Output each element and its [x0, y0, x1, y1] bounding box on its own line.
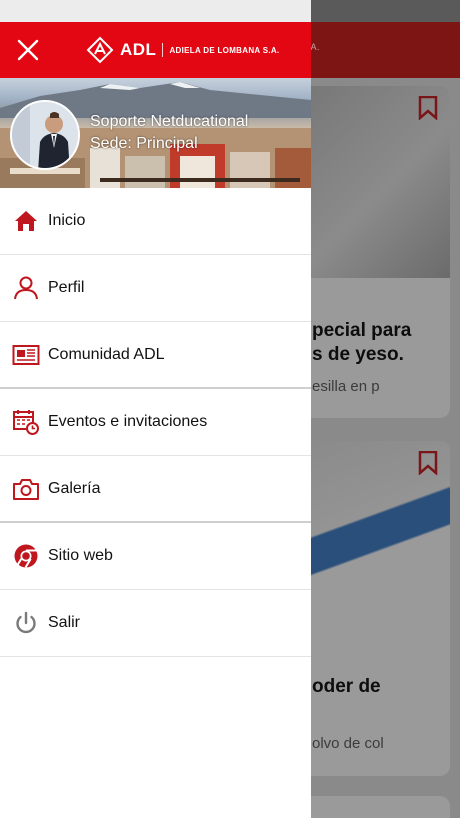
drawer-header: ADL ADIELA DE LOMBANA S.A. — [0, 22, 311, 78]
menu-item-perfil[interactable]: Perfil — [0, 255, 311, 322]
brand-divider — [162, 43, 164, 57]
brand-name: ADL — [120, 40, 157, 59]
menu-item-eventos[interactable]: Eventos e invitaciones — [0, 389, 311, 456]
card-title-line1: oder de — [312, 676, 381, 697]
calendar-clock-icon — [13, 410, 39, 435]
menu-label: Perfil — [48, 279, 85, 296]
profile-name: Soporte Netducational — [90, 113, 249, 130]
card-subtitle: esilla en p — [312, 378, 380, 395]
menu-label: Comunidad ADL — [48, 345, 165, 363]
card-subtitle: olvo de col — [312, 735, 384, 752]
menu-label: Galería — [48, 479, 101, 497]
card-title-line1: pecial para — [312, 320, 412, 341]
profile-site: Sede: Principal — [90, 135, 198, 152]
menu-item-comunidad[interactable]: Comunidad ADL — [0, 322, 311, 389]
avatar[interactable] — [10, 100, 80, 170]
menu-label: Inicio — [48, 212, 86, 229]
news-card[interactable] — [300, 796, 450, 818]
menu-label: Eventos e invitaciones — [48, 413, 208, 430]
power-icon — [16, 611, 36, 634]
news-card[interactable]: oder de olvo de col — [300, 441, 450, 776]
profile-info: Soporte Netducational Sede: Principal — [90, 111, 248, 155]
brand-full-name: ADIELA DE LOMBANA S.A. — [169, 45, 280, 55]
brand-logo: ADL ADIELA DE LOMBANA S.A. — [86, 36, 279, 64]
menu-item-galeria[interactable]: Galería — [0, 456, 311, 523]
menu-item-salir[interactable]: Salir — [0, 590, 311, 657]
menu-label: Salir — [48, 614, 81, 631]
bookmark-icon[interactable] — [418, 96, 438, 120]
chrome-icon — [14, 544, 38, 569]
header-ghost-text: A. — [310, 42, 320, 52]
bookmark-icon[interactable] — [418, 451, 438, 475]
menu-item-sitio-web[interactable]: Sitio web — [0, 523, 311, 590]
navigation-drawer: ADL ADIELA DE LOMBANA S.A. Soporte Netdu… — [0, 0, 311, 818]
user-icon — [14, 276, 38, 300]
news-card[interactable]: pecial para s de yeso. esilla en p — [300, 86, 450, 418]
drawer-menu: Inicio Perfil Comunidad ADL Eventos e in… — [0, 188, 311, 657]
drawer-status-bar — [0, 0, 311, 22]
newspaper-icon — [12, 344, 40, 365]
home-icon — [15, 211, 37, 231]
menu-item-inicio[interactable]: Inicio — [0, 188, 311, 255]
card-title-line2: s de yeso. — [312, 344, 404, 365]
profile-banner[interactable]: Soporte Netducational Sede: Principal — [0, 78, 311, 188]
camera-icon — [13, 478, 39, 500]
menu-label: Sitio web — [48, 547, 113, 564]
adl-logo-icon — [86, 36, 114, 64]
close-icon[interactable] — [14, 36, 42, 64]
